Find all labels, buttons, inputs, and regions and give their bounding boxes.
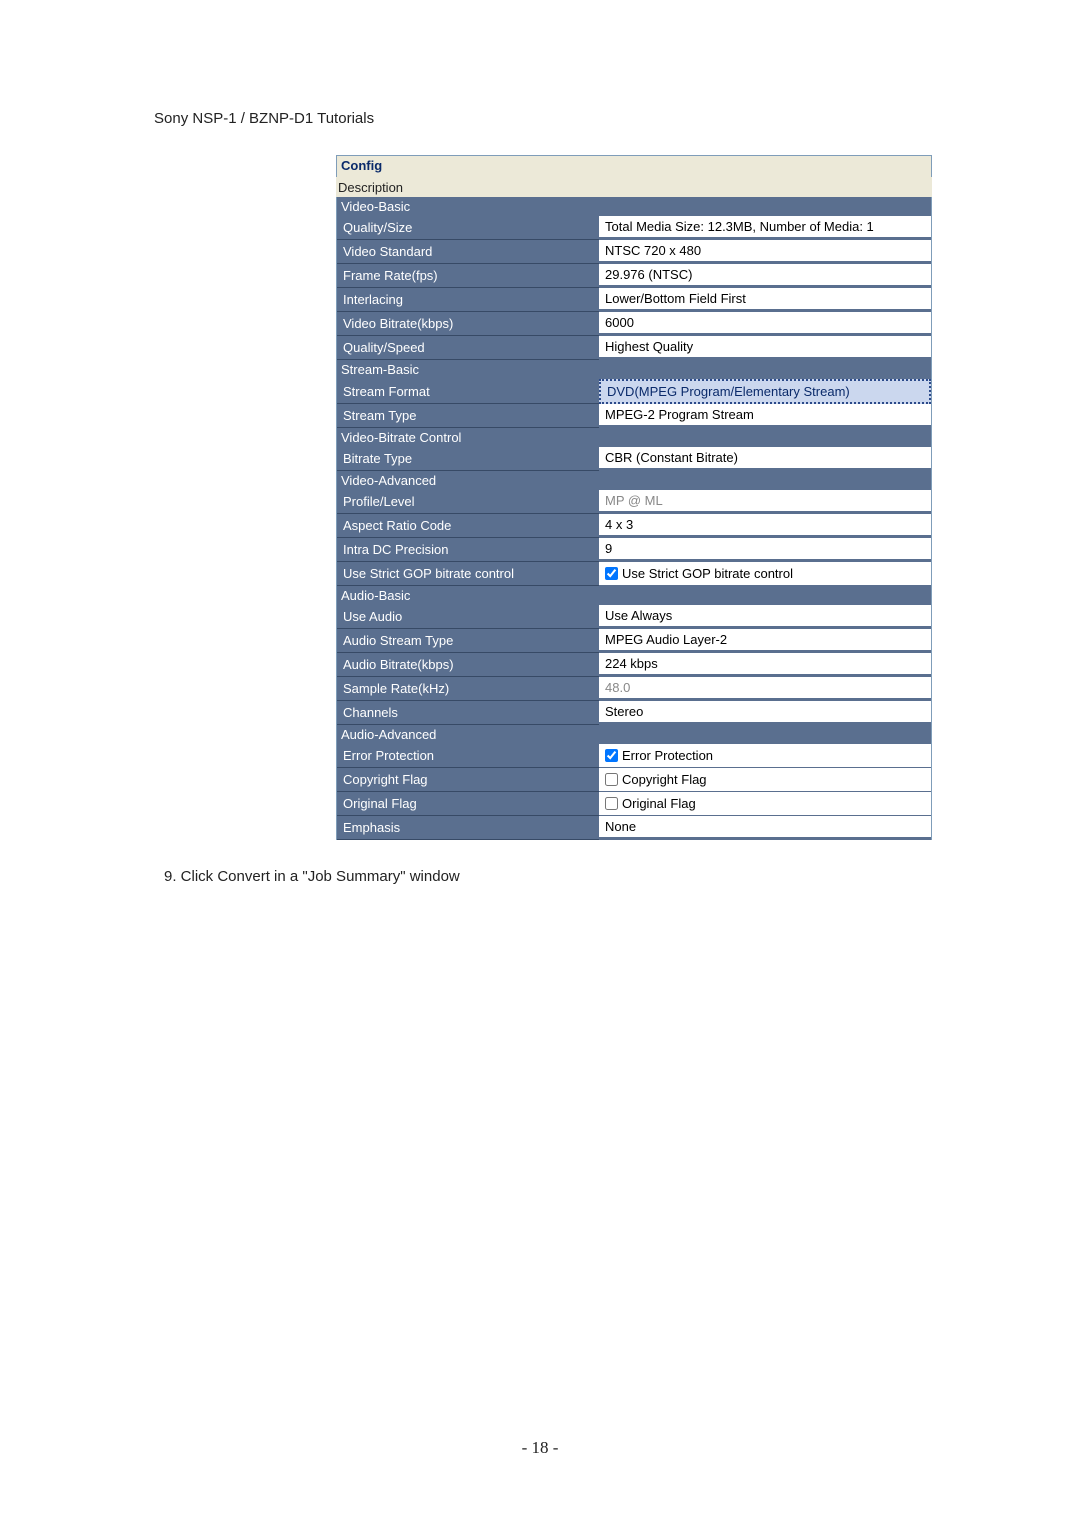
row-sample-rate[interactable]: Sample Rate(kHz) 48.0 xyxy=(336,677,932,701)
row-aspect-ratio[interactable]: Aspect Ratio Code 4 x 3 xyxy=(336,514,932,538)
row-quality-speed[interactable]: Quality/Speed Highest Quality xyxy=(336,336,932,360)
value: MPEG Audio Layer-2 xyxy=(599,629,931,653)
page-header: Sony NSP-1 / BZNP-D1 Tutorials xyxy=(154,110,926,127)
label: Quality/Speed xyxy=(337,336,599,360)
row-emphasis[interactable]: Emphasis None xyxy=(336,816,932,840)
section-audio-advanced: Audio-Advanced xyxy=(336,725,932,744)
row-profile-level[interactable]: Profile/Level MP @ ML xyxy=(336,490,932,514)
checkbox-original-flag[interactable] xyxy=(605,797,618,810)
label: Use Strict GOP bitrate control xyxy=(337,562,599,586)
row-strict-gop[interactable]: Use Strict GOP bitrate control Use Stric… xyxy=(336,562,932,586)
label: Copyright Flag xyxy=(337,768,599,792)
label: Original Flag xyxy=(337,792,599,816)
row-quality-size[interactable]: Quality/Size Total Media Size: 12.3MB, N… xyxy=(336,216,932,240)
label: Quality/Size xyxy=(337,216,599,240)
checkbox-error-protection-label: Error Protection xyxy=(622,748,713,763)
value: Stereo xyxy=(599,701,931,725)
label: Audio Stream Type xyxy=(337,629,599,653)
label: Stream Type xyxy=(337,404,599,428)
value: MP @ ML xyxy=(599,490,931,514)
label: Frame Rate(fps) xyxy=(337,264,599,288)
checkbox-copyright-flag-label: Copyright Flag xyxy=(622,772,707,787)
description-label: Description xyxy=(336,177,932,197)
row-original-flag[interactable]: Original Flag Original Flag xyxy=(336,792,932,816)
value: Use Always xyxy=(599,605,931,629)
value: DVD(MPEG Program/Elementary Stream) xyxy=(599,379,931,404)
row-video-bitrate[interactable]: Video Bitrate(kbps) 6000 xyxy=(336,312,932,336)
value: Error Protection xyxy=(599,744,931,768)
value: MPEG-2 Program Stream xyxy=(599,404,931,428)
config-panel: Config Description Video-Basic Quality/S… xyxy=(336,155,932,840)
row-audio-stream-type[interactable]: Audio Stream Type MPEG Audio Layer-2 xyxy=(336,629,932,653)
row-video-standard[interactable]: Video Standard NTSC 720 x 480 xyxy=(336,240,932,264)
value: Use Strict GOP bitrate control xyxy=(599,562,931,586)
value: 224 kbps xyxy=(599,653,931,677)
page-number: - 18 - xyxy=(0,1438,1080,1458)
value: 6000 xyxy=(599,312,931,336)
label: Interlacing xyxy=(337,288,599,312)
value: Highest Quality xyxy=(599,336,931,360)
value: NTSC 720 x 480 xyxy=(599,240,931,264)
label: Video Standard xyxy=(337,240,599,264)
label: Profile/Level xyxy=(337,490,599,514)
row-stream-type[interactable]: Stream Type MPEG-2 Program Stream xyxy=(336,404,932,428)
value: CBR (Constant Bitrate) xyxy=(599,447,931,471)
group-title: Config xyxy=(336,155,932,177)
row-channels[interactable]: Channels Stereo xyxy=(336,701,932,725)
label: Sample Rate(kHz) xyxy=(337,677,599,701)
section-video-bitrate: Video-Bitrate Control xyxy=(336,428,932,447)
label: Channels xyxy=(337,701,599,725)
label: Use Audio xyxy=(337,605,599,629)
label: Bitrate Type xyxy=(337,447,599,471)
label: Stream Format xyxy=(337,379,599,404)
label: Video Bitrate(kbps) xyxy=(337,312,599,336)
value: 29.976 (NTSC) xyxy=(599,264,931,288)
step-caption: 9. Click Convert in a "Job Summary" wind… xyxy=(164,868,926,885)
checkbox-copyright-flag[interactable] xyxy=(605,773,618,786)
row-interlacing[interactable]: Interlacing Lower/Bottom Field First xyxy=(336,288,932,312)
label: Aspect Ratio Code xyxy=(337,514,599,538)
label: Error Protection xyxy=(337,744,599,768)
value: Lower/Bottom Field First xyxy=(599,288,931,312)
row-stream-format[interactable]: Stream Format DVD(MPEG Program/Elementar… xyxy=(336,379,932,404)
row-intra-dc[interactable]: Intra DC Precision 9 xyxy=(336,538,932,562)
checkbox-strict-gop-label: Use Strict GOP bitrate control xyxy=(622,566,793,581)
value: 4 x 3 xyxy=(599,514,931,538)
checkbox-strict-gop[interactable] xyxy=(605,567,618,580)
checkbox-original-flag-label: Original Flag xyxy=(622,796,696,811)
row-bitrate-type[interactable]: Bitrate Type CBR (Constant Bitrate) xyxy=(336,447,932,471)
section-video-basic: Video-Basic xyxy=(336,197,932,216)
section-video-advanced: Video-Advanced xyxy=(336,471,932,490)
value: None xyxy=(599,816,931,840)
label: Audio Bitrate(kbps) xyxy=(337,653,599,677)
row-frame-rate[interactable]: Frame Rate(fps) 29.976 (NTSC) xyxy=(336,264,932,288)
section-stream-basic: Stream-Basic xyxy=(336,360,932,379)
row-error-protection[interactable]: Error Protection Error Protection xyxy=(336,744,932,768)
label: Emphasis xyxy=(337,816,599,840)
value: Original Flag xyxy=(599,792,931,816)
value: 48.0 xyxy=(599,677,931,701)
row-use-audio[interactable]: Use Audio Use Always xyxy=(336,605,932,629)
value: Copyright Flag xyxy=(599,768,931,792)
section-audio-basic: Audio-Basic xyxy=(336,586,932,605)
label: Intra DC Precision xyxy=(337,538,599,562)
checkbox-error-protection[interactable] xyxy=(605,749,618,762)
value: Total Media Size: 12.3MB, Number of Medi… xyxy=(599,216,931,240)
value: 9 xyxy=(599,538,931,562)
row-audio-bitrate[interactable]: Audio Bitrate(kbps) 224 kbps xyxy=(336,653,932,677)
row-copyright-flag[interactable]: Copyright Flag Copyright Flag xyxy=(336,768,932,792)
